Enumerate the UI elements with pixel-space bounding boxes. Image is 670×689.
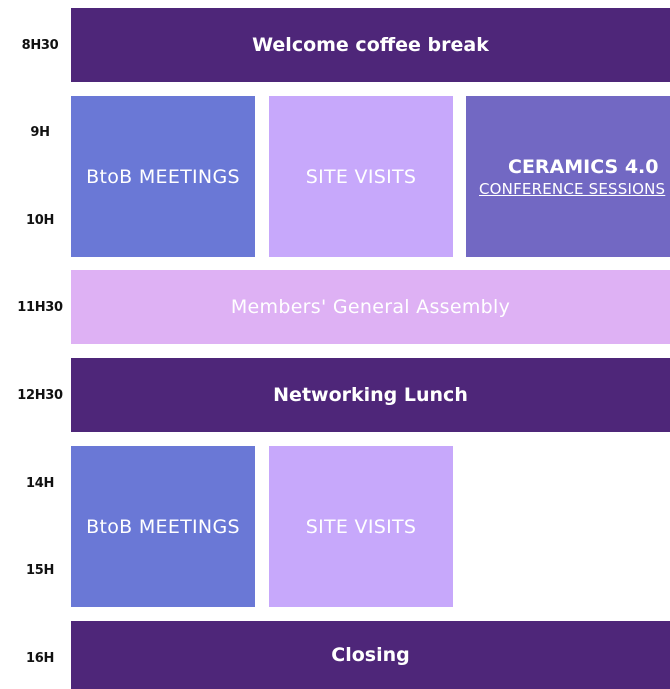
site-visits-morning-block[interactable]: SITE VISITS — [269, 96, 453, 257]
time-label-1400: 14H — [25, 476, 55, 491]
general-assembly-label: Members' General Assembly — [230, 296, 511, 318]
general-assembly-block: Members' General Assembly — [71, 270, 670, 344]
conference-sessions-link[interactable]: CONFERENCE SESSIONS — [479, 179, 665, 199]
site-visits-morning-label: SITE VISITS — [305, 165, 417, 188]
site-visits-afternoon-label: SITE VISITS — [305, 515, 417, 538]
ceramics-title: CERAMICS 4.0 — [508, 155, 659, 178]
btob-meetings-afternoon-block[interactable]: BtoB MEETINGS — [71, 446, 255, 607]
closing-block: Closing — [71, 621, 670, 689]
time-label-0830: 8H30 — [21, 38, 59, 53]
time-label-0900: 9H — [30, 125, 50, 140]
time-label-1230: 12H30 — [17, 388, 63, 403]
btob-meetings-afternoon-label: BtoB MEETINGS — [86, 515, 240, 538]
networking-lunch-block: Networking Lunch — [71, 358, 670, 432]
btob-meetings-morning-block[interactable]: BtoB MEETINGS — [71, 96, 255, 257]
site-visits-afternoon-block[interactable]: SITE VISITS — [269, 446, 453, 607]
btob-meetings-morning-label: BtoB MEETINGS — [86, 165, 240, 188]
closing-label: Closing — [331, 644, 410, 666]
welcome-coffee-break-block: Welcome coffee break — [71, 8, 670, 82]
time-label-1130: 11H30 — [17, 300, 63, 315]
networking-lunch-label: Networking Lunch — [273, 384, 468, 406]
time-label-1000: 10H — [25, 213, 55, 228]
time-label-1500: 15H — [25, 563, 55, 578]
ceramics-conference-block: CERAMICS 4.0 CONFERENCE SESSIONS — [466, 96, 670, 257]
time-label-1600: 16H — [25, 651, 55, 666]
welcome-coffee-break-label: Welcome coffee break — [252, 34, 489, 56]
